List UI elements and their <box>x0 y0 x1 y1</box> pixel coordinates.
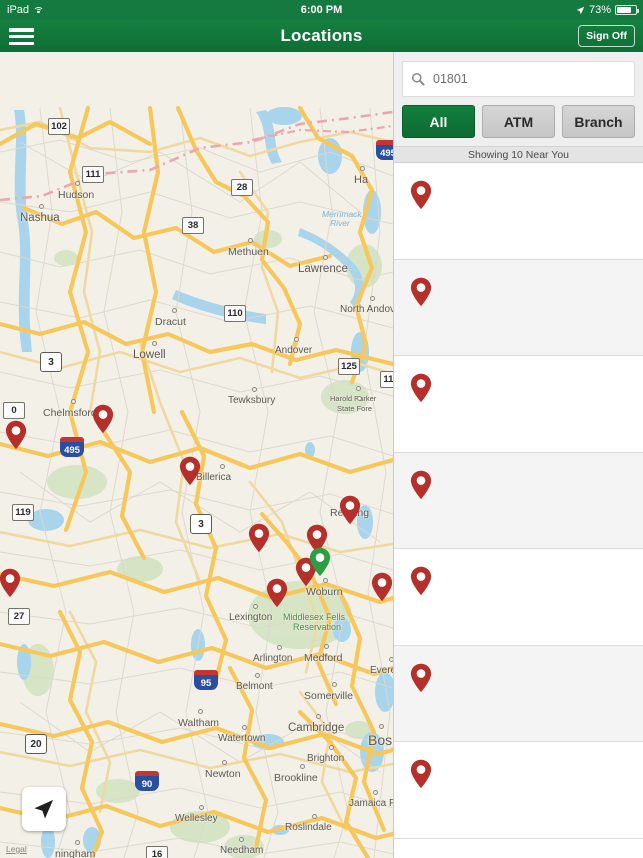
filter-button-atm[interactable]: ATM <box>482 105 555 138</box>
location-list-item[interactable] <box>394 742 643 839</box>
map-pin-icon <box>410 566 432 596</box>
map-pin-icon <box>410 470 432 499</box>
map-pin-glyph <box>248 523 270 553</box>
map-pin-icon <box>410 180 432 210</box>
map-canvas <box>0 52 393 858</box>
map-pin-icon <box>410 373 432 403</box>
map-pin-glyph <box>266 578 288 608</box>
map-pin-icon[interactable] <box>266 578 288 608</box>
hamburger-menu-icon[interactable] <box>9 28 34 45</box>
status-bar-time: 6:00 PM <box>300 4 343 16</box>
map-pin-glyph <box>0 568 21 598</box>
map-pin-icon[interactable] <box>248 523 270 553</box>
map-pin-icon <box>410 759 432 789</box>
results-count-label: Showing 10 Near You <box>394 146 643 163</box>
search-icon <box>411 72 425 86</box>
filter-button-branch[interactable]: Branch <box>562 105 635 138</box>
map-pin-glyph <box>92 404 114 434</box>
navigation-bar: Locations Sign Off <box>0 20 643 52</box>
location-list-item[interactable] <box>394 259 643 356</box>
battery-icon <box>615 5 639 15</box>
search-input[interactable]: 01801 <box>402 61 635 97</box>
location-list-item[interactable] <box>394 549 643 646</box>
map-pin-icon[interactable] <box>5 420 27 450</box>
filter-button-all[interactable]: All <box>402 105 475 138</box>
location-arrow-icon <box>576 6 585 14</box>
map-legal-link[interactable]: Legal <box>6 844 27 854</box>
map-pin-selected-glyph <box>309 547 331 577</box>
map-pin-glyph <box>339 495 361 525</box>
map-pin-glyph <box>5 420 27 450</box>
battery-percent-label: 73% <box>588 4 611 16</box>
search-container: 01801 <box>394 52 643 105</box>
map-pin-glyph <box>371 572 393 602</box>
location-list-item[interactable] <box>394 645 643 742</box>
map-pin-icon[interactable] <box>92 404 114 434</box>
map-view[interactable]: Hudson Nashua Methuen Lawrence Dracut North A… <box>0 52 393 858</box>
search-value: 01801 <box>433 72 468 86</box>
sign-off-button[interactable]: Sign Off <box>578 25 635 47</box>
location-list-item[interactable] <box>394 163 643 260</box>
page-title: Locations <box>280 26 363 45</box>
filter-button-group: All ATM Branch <box>394 105 643 146</box>
locations-list[interactable] <box>394 163 643 858</box>
status-bar: iPad 6:00 PM 73% <box>0 0 643 20</box>
locations-panel: 01801 All ATM Branch Showing 10 Near You <box>393 52 643 858</box>
status-bar-right: 73% <box>576 4 639 16</box>
map-pin-selected-icon[interactable] <box>309 547 331 577</box>
map-pin-icon[interactable] <box>371 572 393 602</box>
map-pin-icon <box>410 663 432 692</box>
map-pin-icon[interactable] <box>0 568 21 598</box>
locate-me-button[interactable] <box>22 787 66 831</box>
locations-screen: iPad 6:00 PM 73% Locations Sign Off Huds… <box>0 0 643 858</box>
location-list-item[interactable] <box>394 452 643 549</box>
navigation-arrow-icon <box>34 800 53 819</box>
map-pin-icon[interactable] <box>339 495 361 525</box>
map-pin-icon[interactable] <box>179 456 201 486</box>
map-pin-glyph <box>179 456 201 486</box>
location-list-item[interactable] <box>394 356 643 453</box>
map-pin-icon <box>410 277 432 306</box>
